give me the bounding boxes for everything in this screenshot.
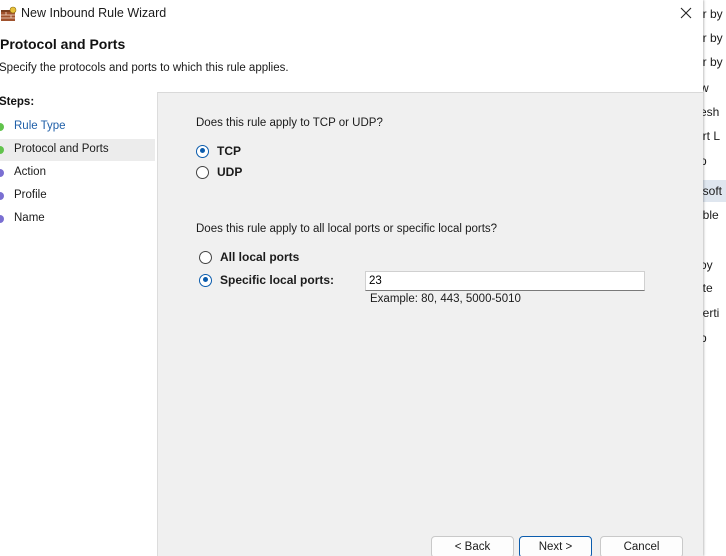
next-button[interactable]: Next > bbox=[519, 536, 592, 556]
background-item: ort L bbox=[703, 129, 721, 143]
background-item: er by bbox=[703, 7, 723, 21]
step-status-dot bbox=[0, 123, 4, 131]
background-item: able bbox=[703, 208, 719, 222]
background-item: resh bbox=[703, 105, 720, 119]
window-title: New Inbound Rule Wizard bbox=[21, 6, 167, 20]
step-status-dot bbox=[0, 192, 4, 200]
page-subtitle: Specify the protocols and ports to which… bbox=[0, 62, 289, 74]
background-window: er by er by er by w resh ort L p osoft a… bbox=[703, 0, 726, 556]
background-item: perti bbox=[703, 306, 720, 320]
step-protocol-and-ports[interactable]: Protocol and Ports bbox=[0, 139, 155, 161]
step-rule-type[interactable]: Rule Type bbox=[0, 116, 155, 138]
background-item: p bbox=[703, 154, 707, 168]
background-item: ete bbox=[703, 281, 713, 295]
steps-pane: Steps: Rule Type Protocol and Ports Acti… bbox=[0, 92, 158, 556]
firewall-icon bbox=[1, 6, 17, 21]
all-ports-radio-option[interactable]: All local ports bbox=[199, 250, 299, 264]
specific-ports-radio-option[interactable]: Specific local ports: bbox=[199, 273, 334, 287]
steps-label: Steps: bbox=[0, 96, 35, 108]
specific-ports-radio[interactable] bbox=[199, 273, 212, 287]
close-button[interactable] bbox=[669, 0, 703, 26]
tcp-radio[interactable] bbox=[196, 144, 209, 158]
close-icon bbox=[680, 7, 692, 19]
background-item: osoft bbox=[703, 184, 723, 198]
tcp-radio-option[interactable]: TCP bbox=[196, 144, 241, 158]
specific-ports-input[interactable] bbox=[365, 271, 645, 291]
ports-question: Does this rule apply to all local ports … bbox=[196, 223, 498, 235]
cancel-button[interactable]: Cancel bbox=[600, 536, 683, 556]
step-name[interactable]: Name bbox=[0, 208, 155, 230]
wizard-content: Does this rule apply to TCP or UDP? TCP … bbox=[158, 93, 703, 556]
all-ports-label: All local ports bbox=[220, 250, 300, 264]
step-label: Profile bbox=[14, 189, 47, 201]
page-title: Protocol and Ports bbox=[0, 36, 126, 52]
wizard-header: Protocol and Ports Specify the protocols… bbox=[0, 28, 703, 93]
step-label: Rule Type bbox=[14, 120, 66, 132]
udp-radio-option[interactable]: UDP bbox=[196, 165, 242, 179]
all-ports-radio[interactable] bbox=[199, 250, 212, 264]
step-label: Name bbox=[14, 212, 45, 224]
protocol-question: Does this rule apply to TCP or UDP? bbox=[196, 117, 383, 129]
step-status-dot bbox=[0, 169, 4, 177]
specific-ports-label: Specific local ports: bbox=[220, 273, 335, 287]
udp-radio[interactable] bbox=[196, 165, 209, 179]
tcp-label: TCP bbox=[217, 144, 241, 158]
step-status-dot bbox=[0, 146, 4, 154]
step-profile[interactable]: Profile bbox=[0, 185, 155, 207]
step-status-dot bbox=[0, 215, 4, 223]
udp-label: UDP bbox=[217, 165, 243, 179]
step-label: Action bbox=[14, 166, 46, 178]
background-item: oy bbox=[703, 258, 713, 272]
step-action[interactable]: Action bbox=[0, 162, 155, 184]
wizard-window: New Inbound Rule Wizard Protocol and Por… bbox=[0, 0, 703, 556]
step-label: Protocol and Ports bbox=[14, 143, 109, 155]
ports-example-text: Example: 80, 443, 5000-5010 bbox=[370, 293, 521, 305]
background-item: p bbox=[703, 331, 707, 345]
background-item: er by bbox=[703, 55, 723, 69]
back-button[interactable]: < Back bbox=[431, 536, 514, 556]
background-item: w bbox=[703, 81, 709, 95]
title-bar: New Inbound Rule Wizard bbox=[0, 0, 703, 28]
background-item: er by bbox=[703, 31, 723, 45]
